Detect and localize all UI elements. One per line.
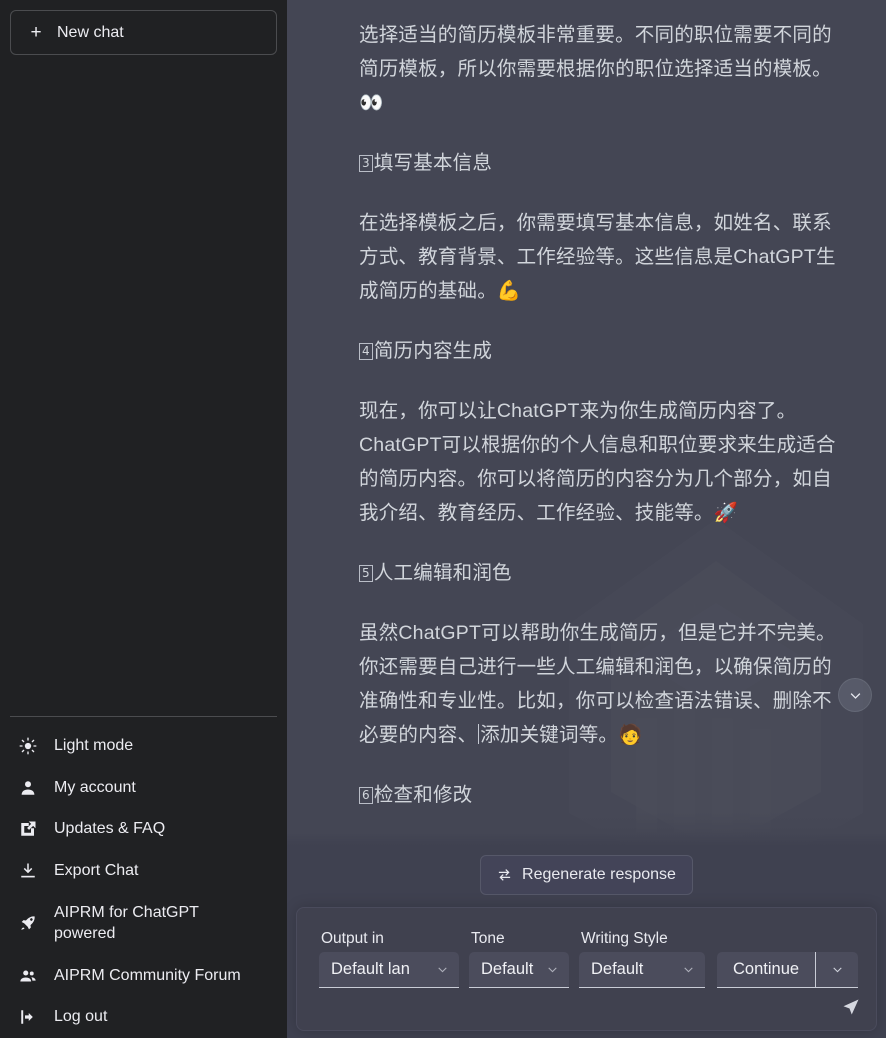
list-heading-3: 3 填写基本信息 xyxy=(359,146,846,180)
tone-field: Tone Default xyxy=(469,930,569,988)
heading-text: 简历内容生成 xyxy=(373,340,493,362)
chevron-down-icon xyxy=(850,692,860,699)
external-link-icon xyxy=(18,819,38,839)
main-content: 选择适当的简历模板非常重要。不同的职位需要不同的简历模板，所以你需要根据你的职位… xyxy=(287,0,886,1038)
continue-label: Continue xyxy=(733,960,800,978)
sidebar-item-label: AIPRM for ChatGPT powered xyxy=(54,903,199,943)
writing-style-value: Default xyxy=(591,960,644,978)
message-paragraph: 虽然ChatGPT可以帮助你生成简历，但是它并不完美。你还需要自己进行一些人工编… xyxy=(359,616,846,752)
flexed-biceps-emoji: 💪 xyxy=(496,279,522,302)
rocket-icon xyxy=(18,913,38,933)
keycap-number: 4 xyxy=(359,343,373,360)
paragraph-text: 现在，你可以让ChatGPT来为你生成简历内容了。ChatGPT可以根据你的个人… xyxy=(359,400,836,524)
bottom-bar: Regenerate response Output in Default la… xyxy=(287,845,886,1038)
plus-icon: + xyxy=(30,22,42,43)
message-paragraph: 选择适当的简历模板非常重要。不同的职位需要不同的简历模板，所以你需要根据你的职位… xyxy=(359,18,846,120)
message-paragraph: 在选择模板之后，你需要填写基本信息，如姓名、联系方式、教育背景、工作经验等。这些… xyxy=(359,206,846,308)
sidebar: + New chat Light mode My account Updates… xyxy=(0,0,287,1038)
keycap-number: 6 xyxy=(359,787,373,804)
regenerate-row: Regenerate response xyxy=(287,855,886,895)
paragraph-text-cont: 添加关键词等。 xyxy=(480,724,619,746)
output-in-select[interactable]: Default lan xyxy=(319,952,459,988)
refresh-icon xyxy=(497,868,512,883)
sidebar-item-label: Export Chat xyxy=(54,862,139,880)
logout-icon xyxy=(18,1007,38,1027)
output-in-field: Output in Default lan xyxy=(319,930,459,988)
heading-text: 检查和修改 xyxy=(373,784,473,806)
eyes-emoji: 👀 xyxy=(359,91,384,114)
sidebar-item-my-account[interactable]: My account xyxy=(10,767,277,809)
composer-panel: Output in Default lan Tone Default Writi… xyxy=(296,907,877,1031)
sidebar-item-label: AIPRM Community Forum xyxy=(54,966,241,984)
scroll-to-bottom-button[interactable] xyxy=(838,678,872,712)
sidebar-item-aiprm-powered[interactable]: AIPRM for ChatGPT powered xyxy=(10,892,277,955)
new-chat-label: New chat xyxy=(57,23,124,41)
keycap-number: 5 xyxy=(359,565,373,582)
app-root: + New chat Light mode My account Updates… xyxy=(0,0,886,1038)
list-heading-6: 6 检查和修改 xyxy=(359,778,846,812)
sidebar-item-log-out[interactable]: Log out xyxy=(10,996,277,1038)
chat-transcript: 选择适当的简历模板非常重要。不同的职位需要不同的简历模板，所以你需要根据你的职位… xyxy=(287,0,886,845)
sidebar-item-aiprm-community-forum[interactable]: AIPRM Community Forum xyxy=(10,955,277,997)
keycap-number: 3 xyxy=(359,155,373,172)
regenerate-response-button[interactable]: Regenerate response xyxy=(480,855,693,895)
send-button[interactable] xyxy=(838,994,864,1020)
user-icon xyxy=(18,778,38,798)
writing-style-select[interactable]: Default xyxy=(579,952,705,988)
sidebar-bottom-menu: Light mode My account Updates & FAQ Expo… xyxy=(10,716,277,1038)
sidebar-item-updates-faq[interactable]: Updates & FAQ xyxy=(10,808,277,850)
sidebar-item-label: My account xyxy=(54,778,136,796)
aiprm-controls-row: Output in Default lan Tone Default Writi… xyxy=(297,908,876,988)
output-in-label: Output in xyxy=(321,930,384,947)
sidebar-item-label: Light mode xyxy=(54,737,134,755)
list-heading-5: 5 人工编辑和润色 xyxy=(359,556,846,590)
chevron-down-icon xyxy=(433,963,451,976)
tone-value: Default xyxy=(481,960,534,978)
continue-button[interactable]: Continue xyxy=(717,952,817,987)
sun-icon xyxy=(18,736,38,756)
message-paragraph: 现在，你可以让ChatGPT来为你生成简历内容了。ChatGPT可以根据你的个人… xyxy=(359,394,846,530)
sidebar-item-export-chat[interactable]: Export Chat xyxy=(10,850,277,892)
paragraph-text: 选择适当的简历模板非常重要。不同的职位需要不同的简历模板，所以你需要根据你的职位… xyxy=(359,24,832,80)
regenerate-response-label: Regenerate response xyxy=(522,866,676,883)
continue-button-group: Continue xyxy=(717,952,859,988)
sidebar-item-label: Updates & FAQ xyxy=(54,820,166,838)
message-paragraph: 最后，你需要检查和修改你的简历，确保没有错误或遗漏。你可以让朋友或专业人士帮助你… xyxy=(359,838,846,845)
list-heading-4: 4 简历内容生成 xyxy=(359,334,846,368)
users-icon xyxy=(18,966,38,986)
new-chat-button[interactable]: + New chat xyxy=(10,10,277,55)
tone-label: Tone xyxy=(471,930,505,947)
chevron-down-icon xyxy=(832,967,842,973)
rocket-emoji: 🚀 xyxy=(713,501,739,524)
tone-select[interactable]: Default xyxy=(469,952,569,988)
chevron-down-icon xyxy=(679,963,697,976)
output-in-value: Default lan xyxy=(331,960,410,978)
send-icon xyxy=(843,999,859,1015)
heading-text: 填写基本信息 xyxy=(373,152,493,174)
sidebar-item-label: Log out xyxy=(54,1008,108,1026)
heading-text: 人工编辑和润色 xyxy=(373,562,512,584)
writing-style-field: Writing Style Default xyxy=(579,930,705,988)
download-icon xyxy=(18,861,38,881)
paragraph-text: 在选择模板之后，你需要填写基本信息，如姓名、联系方式、教育背景、工作经验等。这些… xyxy=(359,212,836,302)
conversation-list xyxy=(0,55,287,716)
person-emoji: 🧑 xyxy=(618,723,643,746)
writing-style-label: Writing Style xyxy=(581,930,668,947)
continue-dropdown-toggle[interactable] xyxy=(816,952,858,987)
chevron-down-icon xyxy=(543,963,561,976)
sidebar-item-light-mode[interactable]: Light mode xyxy=(10,725,277,767)
